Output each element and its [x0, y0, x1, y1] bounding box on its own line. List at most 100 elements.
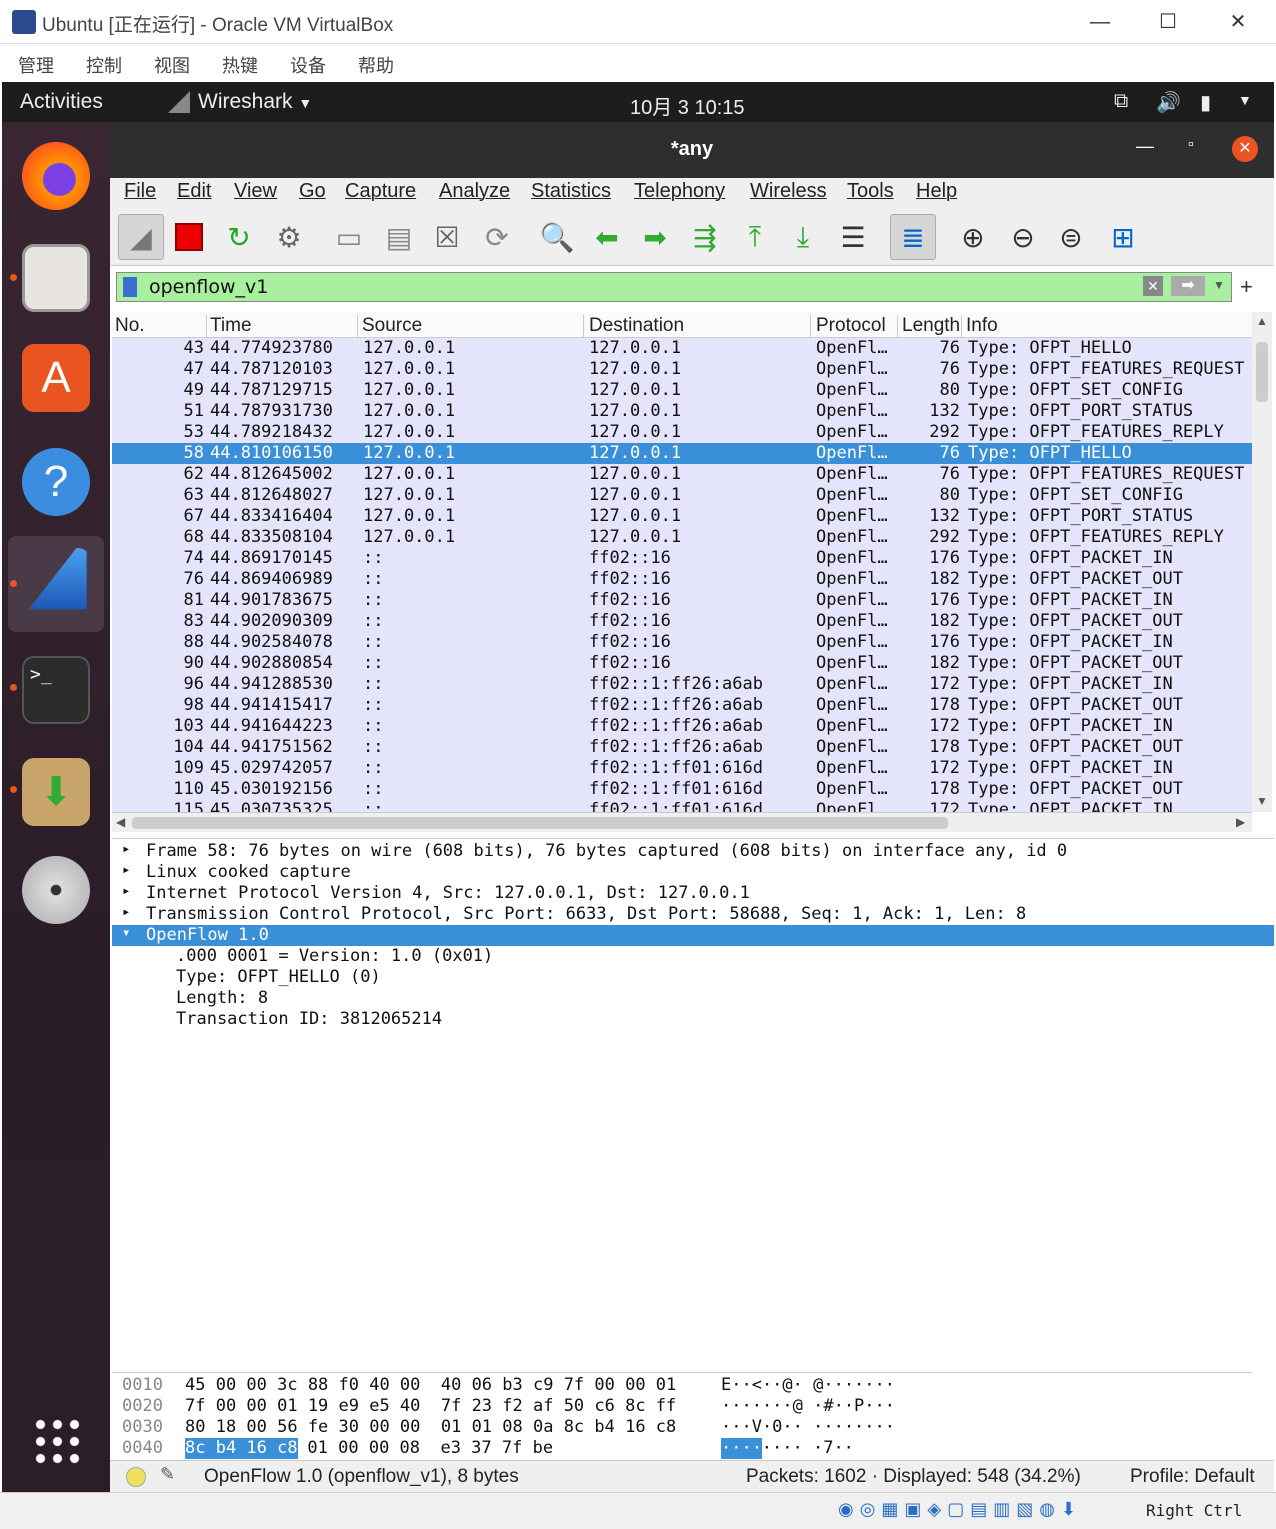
- install-package-icon[interactable]: ⬇: [22, 758, 90, 826]
- col-info[interactable]: Info: [966, 315, 1246, 339]
- expand-arrow-icon[interactable]: ▸: [122, 862, 130, 878]
- packet-row[interactable]: 51 44.787931730 127.0.0.1 127.0.0.1 OpenFl… 1…: [112, 401, 1252, 422]
- show-apps-icon[interactable]: [32, 1416, 82, 1466]
- packet-row[interactable]: 67 44.833416404 127.0.0.1 127.0.0.1 OpenFl… 1…: [112, 506, 1252, 527]
- detail-tree-item[interactable]: .000 0001 = Version: 1.0 (0x01): [112, 946, 1274, 967]
- clear-filter-icon[interactable]: ✕: [1143, 276, 1163, 296]
- menu-statistics[interactable]: Statistics: [531, 180, 611, 203]
- ws-minimize-button[interactable]: —: [1136, 136, 1154, 157]
- packet-row[interactable]: 115 45.030735325:: ff02::1:ff01:616d OpenFl…: [112, 800, 1252, 812]
- packet-row[interactable]: 47 44.787120103 127.0.0.1 127.0.0.1 OpenFl… 7…: [112, 359, 1252, 380]
- menu-tools[interactable]: Tools: [847, 180, 894, 203]
- stop-capture-icon[interactable]: [166, 214, 212, 260]
- help-icon[interactable]: ?: [22, 448, 90, 516]
- packet-row[interactable]: 83 44.902090309:: ff02::16 OpenFl… 182 Type: …: [112, 611, 1252, 632]
- dvd-icon[interactable]: [22, 856, 90, 924]
- packet-row[interactable]: 90 44.902880854:: ff02::16 OpenFl… 182 Type: …: [112, 653, 1252, 674]
- packet-row[interactable]: 49 44.787129715 127.0.0.1 127.0.0.1 OpenFl… 8…: [112, 380, 1252, 401]
- files-icon[interactable]: [22, 244, 90, 312]
- expand-arrow-icon[interactable]: ▸: [122, 883, 130, 899]
- packet-row[interactable]: 109 45.029742057:: ff02::1:ff01:616d OpenFl…: [112, 758, 1252, 779]
- packet-row[interactable]: 98 44.941415417:: ff02::1:ff26:a6ab OpenFl……: [112, 695, 1252, 716]
- packet-row[interactable]: 104 44.941751562:: ff02::1:ff26:a6ab OpenFl…: [112, 737, 1252, 758]
- menu-go[interactable]: Go: [299, 180, 326, 203]
- menu-wireless[interactable]: Wireless: [750, 180, 827, 203]
- apply-filter-arrow-icon[interactable]: ➡: [1171, 276, 1205, 296]
- profile-label[interactable]: Profile: Default: [1130, 1466, 1255, 1488]
- menu-telephony[interactable]: Telephony: [634, 180, 725, 203]
- vbox-menu-control[interactable]: 控制: [86, 52, 122, 78]
- menu-view[interactable]: View: [234, 180, 277, 203]
- reload-file-icon[interactable]: ⟳: [474, 214, 520, 260]
- col-time[interactable]: Time: [210, 315, 358, 339]
- hscroll-thumb[interactable]: [132, 817, 948, 829]
- packet-row[interactable]: 76 44.869406989:: ff02::16 OpenFl… 182 Type: …: [112, 569, 1252, 590]
- detail-tree-item[interactable]: Length: 8: [112, 988, 1274, 1009]
- go-to-packet-icon[interactable]: ⇶: [682, 214, 728, 260]
- app-menu-button[interactable]: Wireshark ▼: [198, 90, 312, 114]
- start-capture-fin-icon[interactable]: ◢: [118, 214, 164, 260]
- menu-analyze[interactable]: Analyze: [439, 180, 510, 203]
- col-protocol[interactable]: Protocol: [816, 315, 898, 339]
- packet-row[interactable]: 74 44.869170145:: ff02::16 OpenFl… 176 Type: …: [112, 548, 1252, 569]
- activities-button[interactable]: Activities: [20, 90, 103, 114]
- scroll-thumb[interactable]: [1256, 342, 1268, 402]
- minimize-button[interactable]: —: [1080, 8, 1120, 36]
- display-filter-input[interactable]: openflow_v1 ✕ ➡ ▼: [116, 272, 1232, 302]
- detail-tree-item[interactable]: Type: OFPT_HELLO (0): [112, 967, 1274, 988]
- software-center-icon[interactable]: A: [22, 344, 90, 412]
- packet-row[interactable]: 68 44.833508104 127.0.0.1 127.0.0.1 OpenFl… 2…: [112, 527, 1252, 548]
- restart-capture-icon[interactable]: ↻: [216, 214, 262, 260]
- menu-edit[interactable]: Edit: [177, 180, 211, 203]
- terminal-icon[interactable]: >_: [22, 656, 90, 724]
- comment-edit-icon[interactable]: ✎: [160, 1464, 175, 1485]
- ws-maximize-button[interactable]: ▫: [1188, 136, 1194, 154]
- bookmark-icon[interactable]: [123, 277, 137, 297]
- resize-columns-icon[interactable]: ⊞: [1100, 214, 1146, 260]
- detail-tree-item[interactable]: ▾ OpenFlow 1.0: [112, 925, 1274, 946]
- packet-list-hscrollbar[interactable]: ◀ ▶: [112, 812, 1252, 832]
- volume-icon[interactable]: 🔊: [1156, 90, 1181, 115]
- go-last-packet-icon[interactable]: ⤓: [780, 214, 826, 260]
- go-first-packet-icon[interactable]: ⤒: [732, 214, 778, 260]
- zoom-out-icon[interactable]: ⊖: [1000, 214, 1046, 260]
- add-filter-button[interactable]: +: [1240, 274, 1253, 300]
- normal-size-icon[interactable]: ⊜: [1048, 214, 1094, 260]
- go-back-arrow-icon[interactable]: ⬅: [584, 214, 630, 260]
- packet-row[interactable]: 62 44.812645002 127.0.0.1 127.0.0.1 OpenFl… 7…: [112, 464, 1252, 485]
- close-file-icon[interactable]: ☒: [424, 214, 470, 260]
- detail-tree-item[interactable]: ▸ Transmission Control Protocol, Src Port…: [112, 904, 1274, 925]
- filter-history-chevron-icon[interactable]: ▼: [1213, 278, 1225, 292]
- col-length[interactable]: Length: [902, 315, 962, 339]
- expand-arrow-icon[interactable]: ▸: [122, 841, 130, 857]
- menu-capture[interactable]: Capture: [345, 180, 416, 203]
- packet-list-vscrollbar[interactable]: ▲ ▼: [1252, 312, 1272, 812]
- open-file-icon[interactable]: ▭: [326, 214, 372, 260]
- expand-arrow-icon[interactable]: ▸: [122, 904, 130, 920]
- firefox-icon[interactable]: [22, 142, 90, 210]
- network-icon[interactable]: ⧉: [1114, 90, 1128, 113]
- packet-row[interactable]: 58 44.810106150 127.0.0.1 127.0.0.1 OpenFl… 7…: [112, 443, 1252, 464]
- detail-tree-item[interactable]: ▸ Internet Protocol Version 4, Src: 127.0…: [112, 883, 1274, 904]
- find-packet-icon[interactable]: 🔍: [534, 214, 580, 260]
- maximize-button[interactable]: ☐: [1148, 8, 1188, 36]
- expert-info-icon[interactable]: [126, 1467, 146, 1487]
- zoom-in-icon[interactable]: ⊕: [950, 214, 996, 260]
- go-forward-arrow-icon[interactable]: ➡: [632, 214, 678, 260]
- scroll-up-arrow-icon[interactable]: ▲: [1256, 314, 1268, 328]
- detail-tree-item[interactable]: ▸ Frame 58: 76 bytes on wire (608 bits), …: [112, 841, 1274, 862]
- colorize-icon[interactable]: ≣: [890, 214, 936, 260]
- scroll-left-arrow-icon[interactable]: ◀: [116, 815, 125, 829]
- vbox-menu-help[interactable]: 帮助: [358, 52, 394, 78]
- clock[interactable]: 10月 3 10:15: [630, 91, 745, 120]
- scroll-right-arrow-icon[interactable]: ▶: [1236, 815, 1245, 829]
- packet-row[interactable]: 63 44.812648027 127.0.0.1 127.0.0.1 OpenFl… 8…: [112, 485, 1252, 506]
- system-menu-chevron-icon[interactable]: ▼: [1238, 92, 1252, 108]
- col-no[interactable]: No.: [115, 315, 207, 339]
- detail-tree-item[interactable]: Transaction ID: 3812065214: [112, 1009, 1274, 1030]
- packet-row[interactable]: 110 45.030192156:: ff02::1:ff01:616d OpenFl…: [112, 779, 1252, 800]
- packet-row[interactable]: 43 44.774923780 127.0.0.1 127.0.0.1 OpenFl… 7…: [112, 338, 1252, 359]
- menu-file[interactable]: File: [124, 180, 156, 203]
- scroll-down-arrow-icon[interactable]: ▼: [1256, 794, 1268, 808]
- packet-row[interactable]: 81 44.901783675:: ff02::16 OpenFl… 176 Type: …: [112, 590, 1252, 611]
